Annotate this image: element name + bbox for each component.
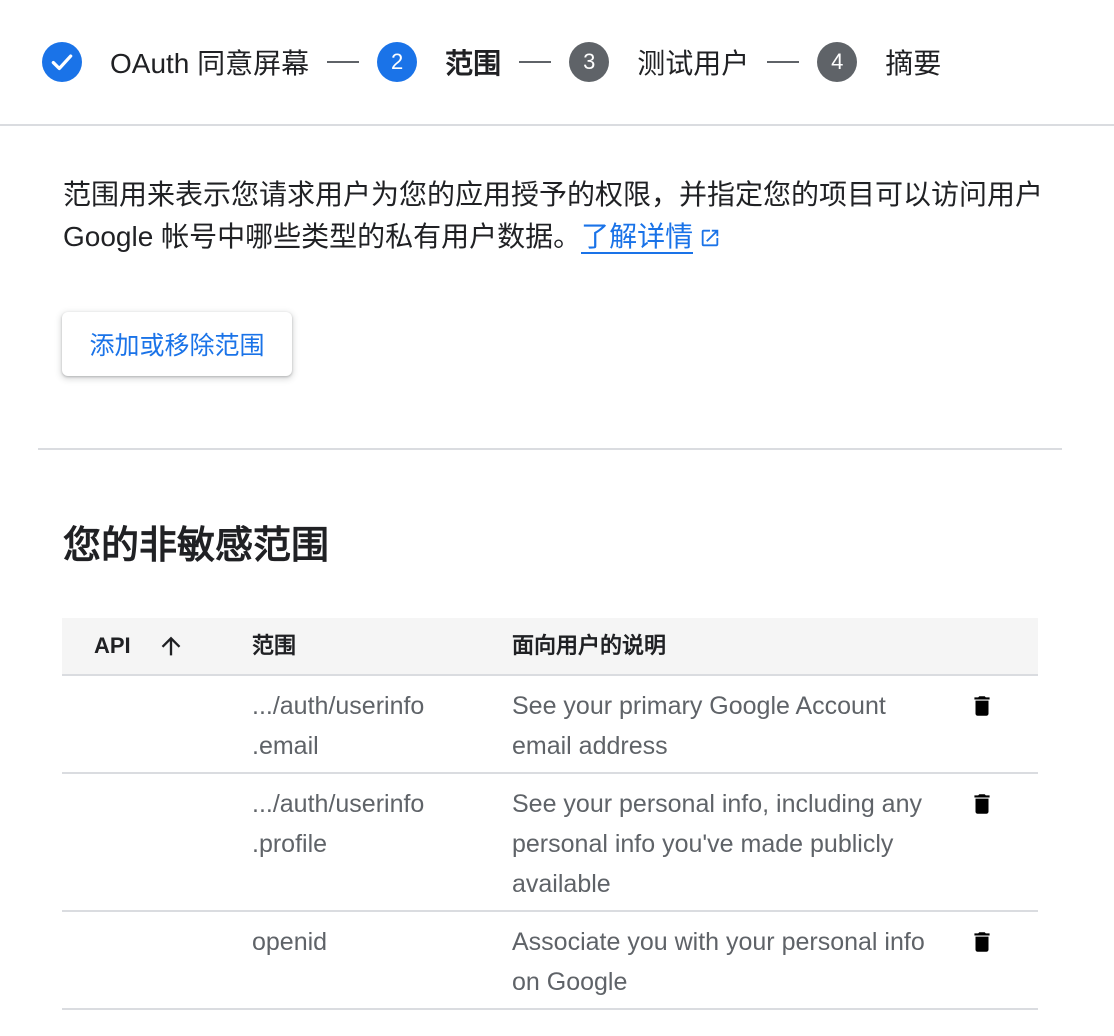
description-text: 范围用来表示您请求用户为您的应用授予的权限，并指定您的项目可以访问用户 Goog… [63, 179, 1044, 252]
arrow-upward-icon[interactable] [157, 632, 185, 660]
table-row: openid Associate you with your personal … [62, 912, 1038, 1010]
scope-cell: openid [252, 922, 472, 962]
step-3-badge[interactable]: 3 [569, 42, 610, 82]
column-header-description: 面向用户的说明 [512, 633, 667, 658]
scopes-table: API 范围 面向用户的说明 .../auth/userinfo .email … [62, 618, 1038, 1010]
scope-cell: .../auth/userinfo .profile [252, 784, 472, 864]
scopes-description: 范围用来表示您请求用户为您的应用授予的权限，并指定您的项目可以访问用户 Goog… [63, 174, 1043, 261]
scope-name-line: .email [252, 732, 319, 760]
step-1-label[interactable]: OAuth 同意屏幕 [110, 42, 309, 82]
trash-icon[interactable] [966, 690, 998, 722]
step-2-label[interactable]: 范围 [445, 42, 501, 82]
open-in-new-icon[interactable] [699, 219, 721, 261]
column-header-api[interactable]: API [94, 618, 185, 674]
table-header: API 范围 面向用户的说明 [62, 618, 1038, 676]
stepper-row: OAuth 同意屏幕 2 范围 3 测试用户 4 摘要 [42, 42, 941, 82]
scope-name-line: openid [252, 928, 328, 956]
learn-more-link[interactable]: 了解详情 [581, 221, 694, 254]
section-title: 您的非敏感范围 [63, 525, 330, 567]
trash-icon[interactable] [966, 788, 998, 820]
trash-icon[interactable] [966, 926, 998, 958]
step-4-label[interactable]: 摘要 [885, 42, 941, 82]
description-cell: See your personal info, including any pe… [512, 790, 922, 898]
description-cell: See your primary Google Account email ad… [512, 692, 886, 760]
description-cell: Associate you with your personal info on… [512, 928, 925, 996]
table-row: .../auth/userinfo .profile See your pers… [62, 774, 1038, 912]
column-header-api-label: API [94, 633, 131, 658]
scope-name-line: .../auth/userinfo [252, 790, 425, 818]
section-divider [38, 448, 1062, 450]
step-1-done-badge[interactable] [42, 42, 82, 82]
add-remove-scopes-button[interactable]: 添加或移除范围 [62, 312, 292, 376]
step-separator [327, 61, 360, 63]
scope-name-line: .profile [252, 830, 328, 858]
check-icon [51, 54, 73, 71]
scope-cell: .../auth/userinfo .email [252, 686, 472, 766]
table-row: .../auth/userinfo .email See your primar… [62, 676, 1038, 774]
step-4-badge[interactable]: 4 [817, 42, 858, 82]
step-2-badge[interactable]: 2 [377, 42, 418, 82]
step-separator [519, 61, 552, 63]
column-header-scope: 范围 [252, 633, 297, 658]
stepper: OAuth 同意屏幕 2 范围 3 测试用户 4 摘要 [0, 0, 1114, 126]
scope-name-line: .../auth/userinfo [252, 692, 425, 720]
step-3-label[interactable]: 测试用户 [637, 42, 749, 82]
step-separator [767, 61, 800, 63]
